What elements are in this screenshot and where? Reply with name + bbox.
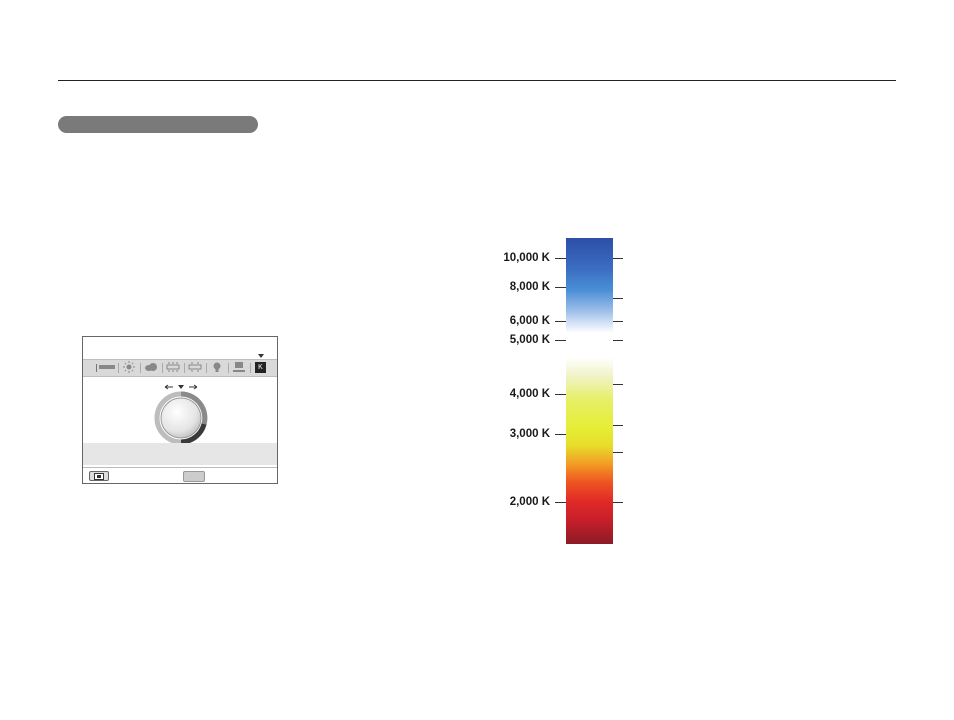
camera-screen: K bbox=[82, 336, 278, 484]
separator bbox=[206, 363, 207, 373]
section-header-pill bbox=[58, 116, 258, 133]
tick-3000k bbox=[555, 434, 566, 435]
tick-8000k bbox=[555, 287, 566, 288]
tick-4000k bbox=[555, 394, 566, 395]
tick-6000k bbox=[555, 321, 566, 322]
separator bbox=[118, 363, 119, 373]
tungsten-icon[interactable] bbox=[208, 361, 226, 373]
label-3000k: 3,000 K bbox=[509, 428, 550, 440]
top-divider bbox=[58, 80, 896, 81]
temperature-dial[interactable] bbox=[151, 382, 211, 445]
ok-button[interactable] bbox=[183, 471, 205, 482]
right-tick bbox=[613, 452, 623, 453]
tick-5000k bbox=[555, 340, 566, 341]
right-tick bbox=[613, 425, 623, 426]
label-5000k: 5,000 K bbox=[509, 334, 550, 346]
selection-marker-icon bbox=[258, 354, 264, 358]
separator bbox=[184, 363, 185, 373]
tick-10000k bbox=[555, 258, 566, 259]
daylight-icon[interactable] bbox=[120, 361, 138, 373]
fluorescent-h-icon[interactable] bbox=[164, 361, 182, 373]
fluorescent-l-icon[interactable] bbox=[186, 361, 204, 373]
label-6000k: 6,000 K bbox=[509, 315, 550, 327]
right-tick bbox=[613, 340, 623, 341]
label-4000k: 4,000 K bbox=[509, 388, 550, 400]
right-tick bbox=[613, 502, 623, 503]
right-tick bbox=[613, 321, 623, 322]
separator bbox=[228, 363, 229, 373]
tick-2000k bbox=[555, 502, 566, 503]
right-tick bbox=[613, 384, 623, 385]
strip-start-bar bbox=[96, 364, 97, 372]
camera-bottom-bar bbox=[83, 467, 277, 485]
white-balance-strip: K bbox=[83, 354, 277, 377]
cloudy-icon[interactable] bbox=[142, 361, 160, 373]
custom-icon[interactable] bbox=[230, 361, 248, 373]
awb-icon[interactable] bbox=[98, 361, 116, 373]
label-10000k: 10,000 K bbox=[503, 252, 550, 264]
color-temperature-gradient-bar bbox=[566, 238, 613, 544]
label-8000k: 8,000 K bbox=[509, 281, 550, 293]
color-temperature-icon[interactable]: K bbox=[255, 362, 266, 373]
right-tick bbox=[613, 298, 623, 299]
focus-button[interactable] bbox=[89, 471, 109, 481]
separator bbox=[162, 363, 163, 373]
separator bbox=[250, 363, 251, 373]
separator bbox=[140, 363, 141, 373]
right-tick bbox=[613, 258, 623, 259]
info-bar bbox=[83, 443, 277, 465]
label-2000k: 2,000 K bbox=[509, 496, 550, 508]
